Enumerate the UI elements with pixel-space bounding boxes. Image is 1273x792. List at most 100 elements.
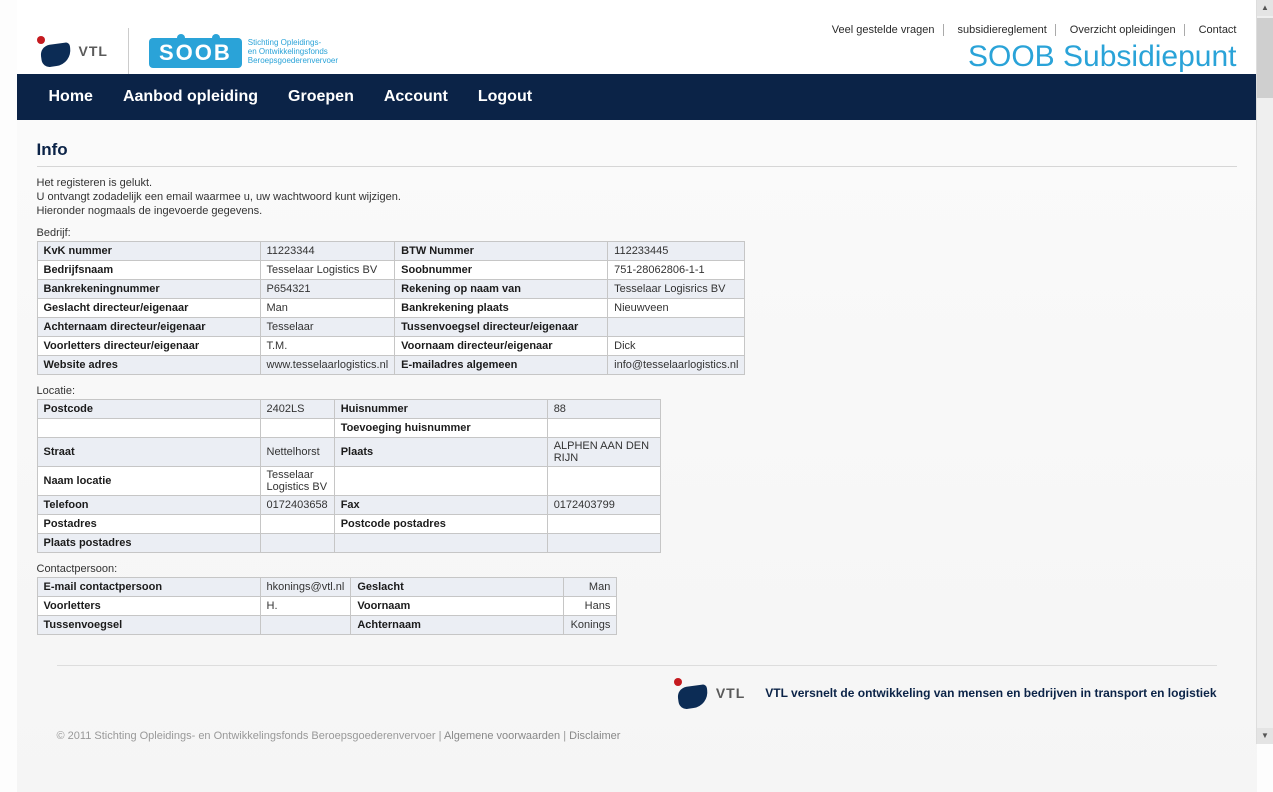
link-algemene-voorwaarden[interactable]: Algemene voorwaarden xyxy=(444,730,560,742)
field-value: Man xyxy=(260,299,395,318)
field-label: Voornaam directeur/eigenaar xyxy=(395,337,608,356)
header: VTL SOOB Stichting Opleidings- en Ontwik… xyxy=(17,0,1257,74)
scroll-down-icon[interactable]: ▼ xyxy=(1257,728,1273,744)
footer-slogan: VTL versnelt de ontwikkeling van mensen … xyxy=(765,686,1216,700)
section-label-location: Locatie: xyxy=(37,385,1237,397)
field-value: Tesselaar xyxy=(260,318,395,337)
logo-area: VTL SOOB Stichting Opleidings- en Ontwik… xyxy=(17,28,339,74)
footer-vtl-graphic-icon xyxy=(668,676,712,710)
table-row: Toevoeging huisnummer xyxy=(37,419,660,438)
field-label: Plaats xyxy=(334,438,547,467)
field-label: Fax xyxy=(334,496,547,515)
field-value xyxy=(608,318,745,337)
table-row: E-mail contactpersoonhkonings@vtl.nlGesl… xyxy=(37,578,617,597)
link-reglement[interactable]: subsidiereglement xyxy=(950,24,1056,36)
content: Info Het registeren is gelukt. U ontvang… xyxy=(17,120,1257,792)
field-label: Soobnummer xyxy=(395,261,608,280)
field-value: Hans xyxy=(564,597,617,616)
field-label xyxy=(37,419,260,438)
field-label: Voorletters directeur/eigenaar xyxy=(37,337,260,356)
field-value xyxy=(260,419,334,438)
scroll-up-icon[interactable]: ▲ xyxy=(1257,0,1273,16)
nav-aanbod-opleiding[interactable]: Aanbod opleiding xyxy=(111,88,270,106)
field-value: Tesselaar Logistics BV xyxy=(260,261,395,280)
field-label: Achternaam directeur/eigenaar xyxy=(37,318,260,337)
field-value: 0172403799 xyxy=(547,496,660,515)
table-row: Plaats postadres xyxy=(37,534,660,553)
link-overzicht-opleidingen[interactable]: Overzicht opleidingen xyxy=(1062,24,1185,36)
field-value xyxy=(547,467,660,496)
intro-text: Het registeren is gelukt. U ontvangt zod… xyxy=(37,177,1237,217)
field-value xyxy=(260,534,334,553)
brand-title: SOOB Subsidiepunt xyxy=(968,40,1237,74)
table-row: TussenvoegselAchternaamKonings xyxy=(37,616,617,635)
field-value: Konings xyxy=(564,616,617,635)
field-label: Telefoon xyxy=(37,496,260,515)
field-value: info@tesselaarlogistics.nl xyxy=(608,356,745,375)
field-label: Bedrijfsnaam xyxy=(37,261,260,280)
field-value xyxy=(260,515,334,534)
field-value: 2402LS xyxy=(260,400,334,419)
field-value: Tesselaar Logistics BV xyxy=(260,467,334,496)
field-value: P654321 xyxy=(260,280,395,299)
field-label: Postcode xyxy=(37,400,260,419)
footer-links: © 2011 Stichting Opleidings- en Ontwikke… xyxy=(37,710,1237,772)
table-row: Postadres Postcode postadres xyxy=(37,515,660,534)
field-value: Nieuwveen xyxy=(608,299,745,318)
field-label xyxy=(334,534,547,553)
field-value: T.M. xyxy=(260,337,395,356)
field-label: Huisnummer xyxy=(334,400,547,419)
table-row: KvK nummer11223344BTW Nummer112233445 xyxy=(37,242,745,261)
footer-vtl-logo-text: VTL xyxy=(716,685,745,701)
footer-copyright: © 2011 Stichting Opleidings- en Ontwikke… xyxy=(57,730,436,742)
field-label xyxy=(334,467,547,496)
field-label: Tussenvoegsel directeur/eigenaar xyxy=(395,318,608,337)
scrollbar-thumb[interactable] xyxy=(1257,18,1273,98)
table-row: BankrekeningnummerP654321Rekening op naa… xyxy=(37,280,745,299)
footer-vtl-logo: VTL xyxy=(668,676,745,710)
nav-logout[interactable]: Logout xyxy=(466,88,544,106)
link-faq[interactable]: Veel gestelde vragen xyxy=(824,24,944,36)
section-label-contact: Contactpersoon: xyxy=(37,563,1237,575)
nav-home[interactable]: Home xyxy=(37,88,105,106)
footer-vtl: VTL VTL versnelt de ontwikkeling van men… xyxy=(37,676,1237,710)
field-label: E-mail contactpersoon xyxy=(37,578,260,597)
link-disclaimer[interactable]: Disclaimer xyxy=(569,730,620,742)
table-row: StraatNettelhorstPlaatsALPHEN AAN DEN RI… xyxy=(37,438,660,467)
field-label: Naam locatie xyxy=(37,467,260,496)
table-row: Naam locatieTesselaar Logistics BV xyxy=(37,467,660,496)
nav-account[interactable]: Account xyxy=(372,88,460,106)
soob-subtitle: Stichting Opleidings- en Ontwikkelingsfo… xyxy=(248,38,338,65)
field-label: Website adres xyxy=(37,356,260,375)
location-table: Postcode2402LSHuisnummer88Toevoeging hui… xyxy=(37,399,661,553)
field-value xyxy=(547,419,660,438)
field-label: Geslacht directeur/eigenaar xyxy=(37,299,260,318)
field-value xyxy=(547,515,660,534)
field-label: Postcode postadres xyxy=(334,515,547,534)
field-label: Toevoeging huisnummer xyxy=(334,419,547,438)
page-title: Info xyxy=(37,140,1237,160)
field-value: 0172403658 xyxy=(260,496,334,515)
field-value: Dick xyxy=(608,337,745,356)
section-label-company: Bedrijf: xyxy=(37,227,1237,239)
field-label: Postadres xyxy=(37,515,260,534)
link-contact[interactable]: Contact xyxy=(1191,24,1237,36)
field-value: Nettelhorst xyxy=(260,438,334,467)
field-value: 11223344 xyxy=(260,242,395,261)
field-value: 112233445 xyxy=(608,242,745,261)
soob-logo-text: SOOB xyxy=(149,38,242,68)
table-row: Telefoon0172403658Fax0172403799 xyxy=(37,496,660,515)
nav-groepen[interactable]: Groepen xyxy=(276,88,366,106)
field-value: Tesselaar Logisrics BV xyxy=(608,280,745,299)
table-row: Voorletters directeur/eigenaarT.M.Voorna… xyxy=(37,337,745,356)
field-label: Bankrekeningnummer xyxy=(37,280,260,299)
field-label: Voornaam xyxy=(351,597,564,616)
field-value: 751-28062806-1-1 xyxy=(608,261,745,280)
field-value xyxy=(260,616,351,635)
table-row: VoorlettersH.VoornaamHans xyxy=(37,597,617,616)
vertical-scrollbar[interactable]: ▲ ▼ xyxy=(1256,0,1273,744)
vtl-logo-text: VTL xyxy=(79,43,108,59)
top-links: Veel gestelde vragen subsidiereglement O… xyxy=(824,18,1237,36)
field-label: Plaats postadres xyxy=(37,534,260,553)
field-label: E-mailadres algemeen xyxy=(395,356,608,375)
